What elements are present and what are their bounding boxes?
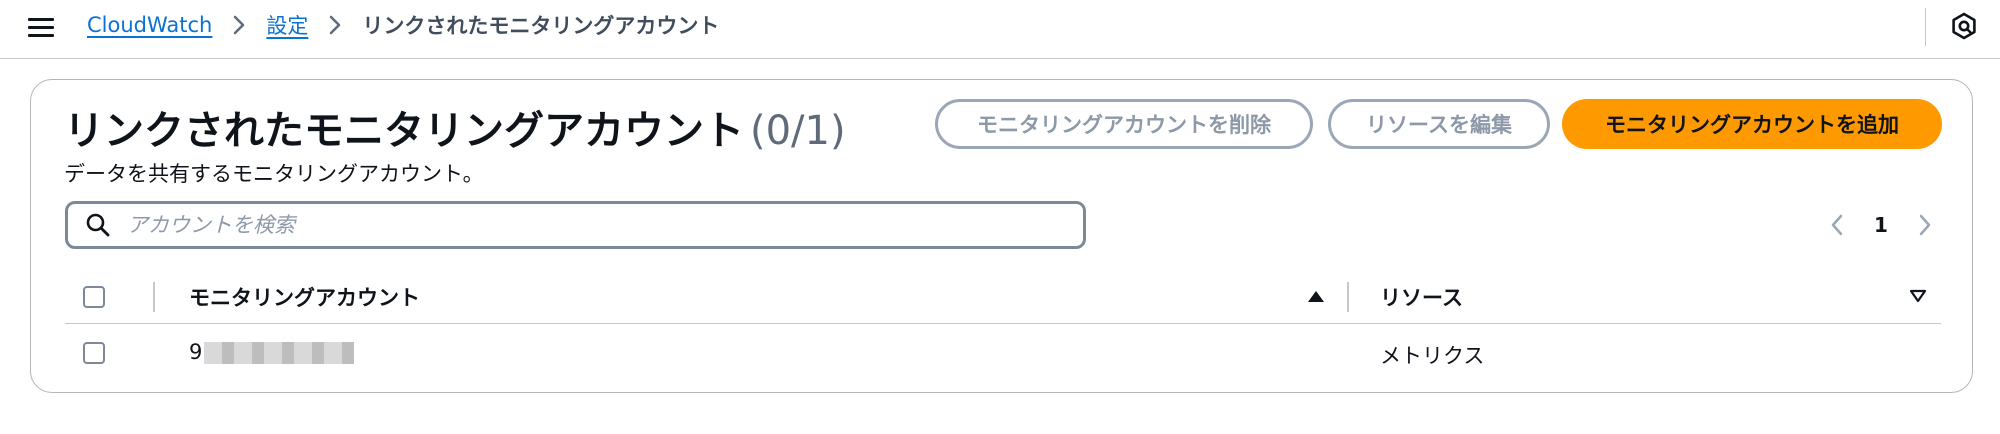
breadcrumb-current: リンクされたモニタリングアカウント	[362, 14, 720, 38]
breadcrumb-settings[interactable]: 設定	[266, 10, 308, 40]
column-header-resources[interactable]: リソース	[1380, 282, 1463, 312]
help-icon[interactable]	[1950, 12, 1978, 40]
page-title: リンクされたモニタリングアカウント (0/1)	[64, 98, 846, 156]
next-page-icon[interactable]	[1910, 210, 1940, 240]
selection-count: (0/1)	[750, 108, 846, 154]
pagination: 1	[1822, 208, 1940, 242]
breadcrumb-cloudwatch[interactable]: CloudWatch	[87, 13, 212, 37]
hamburger-icon[interactable]	[28, 15, 54, 39]
search-icon	[85, 212, 111, 238]
search-input[interactable]	[125, 212, 1029, 238]
account-id: 9	[189, 340, 203, 364]
column-header-monitoring-account[interactable]: モニタリングアカウント	[189, 282, 420, 312]
caret-down-icon[interactable]	[1908, 286, 1928, 306]
table-header: モニタリングアカウント リソース	[65, 271, 1941, 324]
breadcrumb: CloudWatch 設定 リンクされたモニタリングアカウント	[87, 0, 719, 50]
page-number[interactable]: 1	[1874, 213, 1888, 237]
resources-cell: メトリクス	[1380, 344, 1485, 368]
title-text: リンクされたモニタリングアカウント	[64, 108, 744, 154]
search-field	[65, 201, 1086, 249]
previous-page-icon[interactable]	[1822, 210, 1852, 240]
caret-up-filled-icon[interactable]	[1306, 286, 1326, 306]
redacted-block	[204, 342, 355, 364]
column-divider	[153, 282, 155, 312]
divider	[1925, 8, 1926, 46]
select-all-checkbox[interactable]	[83, 286, 105, 308]
table-row[interactable]: 9 メトリクス	[65, 324, 1941, 382]
top-navigation-bar: CloudWatch 設定 リンクされたモニタリングアカウント	[0, 0, 2000, 59]
edit-resources-button[interactable]: リソースを編集	[1328, 99, 1550, 149]
linked-accounts-panel: リンクされたモニタリングアカウント (0/1) データを共有するモニタリングアカウ…	[30, 79, 1973, 393]
chevron-right-icon	[328, 15, 342, 35]
chevron-right-icon	[232, 15, 246, 35]
panel-description: データを共有するモニタリングアカウント。	[64, 162, 484, 186]
row-checkbox[interactable]	[83, 342, 105, 364]
add-monitoring-account-button[interactable]: モニタリングアカウントを追加	[1562, 99, 1942, 149]
column-divider	[1347, 282, 1349, 312]
delete-monitoring-account-button[interactable]: モニタリングアカウントを削除	[935, 99, 1313, 149]
account-id-cell: 9	[189, 340, 355, 364]
